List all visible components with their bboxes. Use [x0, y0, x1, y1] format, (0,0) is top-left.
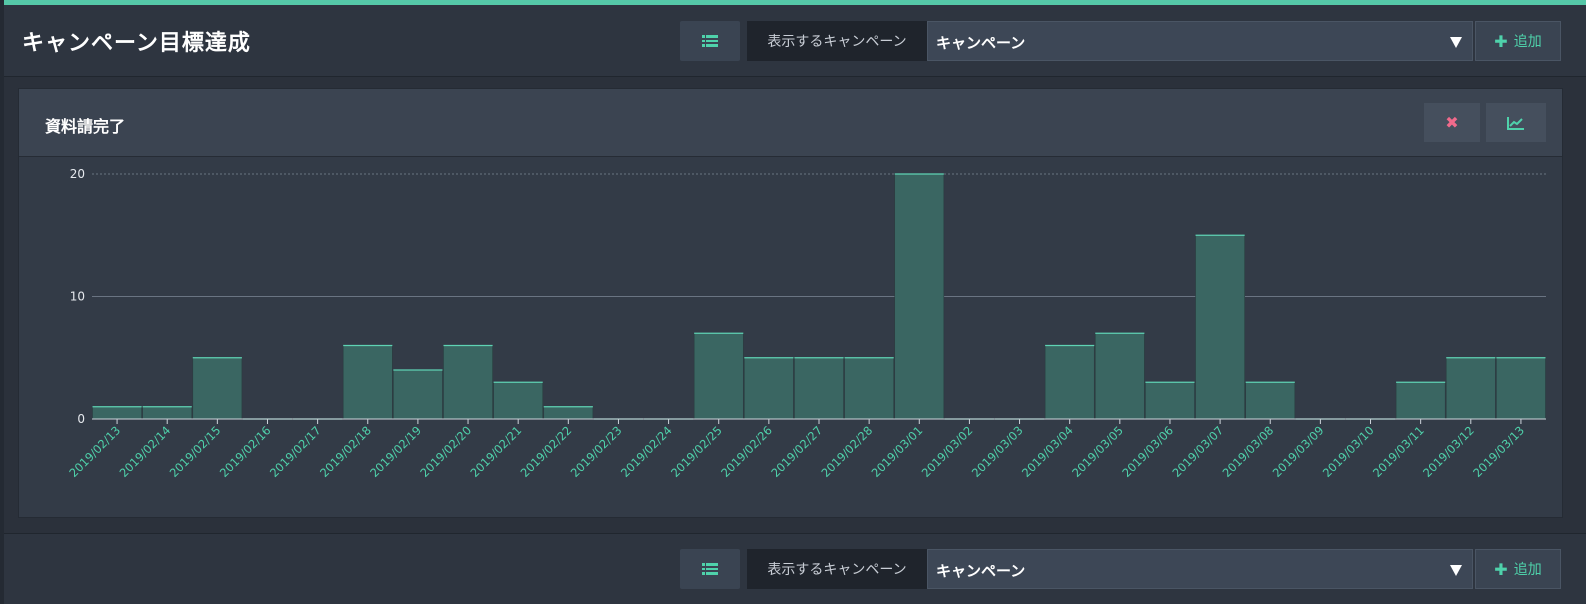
list-icon	[702, 563, 718, 575]
x-tick-label: 2019/02/23	[568, 423, 625, 480]
x-tick-label: 2019/02/17	[267, 423, 324, 480]
x-tick-label: 2019/03/09	[1270, 423, 1327, 480]
plus-icon: ✚	[1494, 31, 1508, 51]
x-tick-label: 2019/02/26	[718, 423, 775, 480]
campaign-select-2[interactable]: キャンペーン	[927, 549, 1473, 589]
add-button-label-2: 追加	[1513, 562, 1542, 578]
x-tick-label: 2019/03/05	[1069, 423, 1126, 480]
x-tick-label: 2019/03/12	[1420, 423, 1477, 480]
page-header: キャンペーン目標達成 表示するキャンペーン キャンペーン ✚ 追加	[4, 5, 1586, 77]
x-tick-label: 2019/03/07	[1169, 423, 1226, 480]
bar	[342, 345, 393, 420]
bar-chart: 010202019/02/132019/02/142019/02/152019/…	[66, 167, 1546, 480]
campaign-select-value-2: キャンペーン	[936, 562, 1026, 580]
campaign-toolbar-2: 表示するキャンペーン キャンペーン ✚ 追加	[680, 549, 1562, 589]
x-tick-label: 2019/03/01	[869, 423, 926, 480]
x-tick-label: 2019/03/08	[1220, 423, 1277, 480]
x-tick-label: 2019/02/19	[367, 423, 424, 480]
x-tick-label: 2019/02/21	[468, 423, 525, 480]
bar	[543, 406, 594, 420]
plus-icon: ✚	[1494, 559, 1508, 579]
list-view-button[interactable]	[680, 21, 740, 61]
bar	[1195, 234, 1245, 420]
x-tick-label: 2019/02/14	[117, 423, 174, 480]
campaign-toolbar: 表示するキャンペーン キャンペーン ✚ 追加	[680, 21, 1562, 61]
x-tick-label: 2019/02/24	[618, 423, 675, 480]
bar	[1245, 381, 1296, 420]
add-button-label: 追加	[1513, 34, 1542, 50]
bar	[1395, 381, 1446, 420]
bar	[1145, 381, 1195, 420]
list-view-button-2[interactable]	[680, 549, 740, 589]
y-tick-label: 0	[77, 412, 85, 426]
x-tick-label: 2019/02/28	[818, 423, 875, 480]
bar	[1094, 332, 1145, 420]
x-tick-label: 2019/03/06	[1119, 423, 1176, 480]
x-tick-label: 2019/02/25	[668, 423, 725, 480]
chart-panel-header: 資料請完了 ✖	[19, 89, 1562, 157]
caret-down-icon	[1450, 565, 1462, 576]
list-icon	[702, 35, 718, 47]
x-tick-label: 2019/03/11	[1370, 423, 1427, 480]
bar	[1496, 357, 1546, 420]
x-tick-label: 2019/02/13	[66, 423, 123, 480]
x-tick-label: 2019/02/18	[317, 423, 374, 480]
x-tick-label: 2019/03/13	[1470, 423, 1527, 480]
left-edge	[0, 0, 4, 604]
campaign-select-label-2: 表示するキャンペーン	[747, 549, 927, 589]
chart-panel-title: 資料請完了	[45, 117, 126, 136]
chart-type-button[interactable]	[1486, 103, 1546, 142]
x-tick-label: 2019/02/16	[217, 423, 274, 480]
bar	[393, 369, 443, 420]
add-button-2[interactable]: ✚ 追加	[1475, 549, 1561, 589]
bar	[192, 357, 243, 420]
bar	[894, 173, 945, 420]
campaign-select-label: 表示するキャンペーン	[747, 21, 927, 61]
bar	[443, 345, 493, 420]
x-tick-label: 2019/02/27	[768, 423, 825, 480]
remove-chart-button[interactable]: ✖	[1424, 103, 1480, 142]
bar	[693, 332, 744, 420]
caret-down-icon	[1450, 37, 1462, 48]
x-tick-label: 2019/02/22	[518, 423, 575, 480]
y-tick-label: 10	[70, 290, 85, 304]
x-tick-label: 2019/02/20	[417, 423, 474, 480]
x-tick-label: 2019/03/04	[1019, 423, 1076, 480]
bar	[743, 357, 794, 420]
bar	[142, 406, 193, 420]
campaign-select[interactable]: キャンペーン	[927, 21, 1473, 61]
bar	[1445, 357, 1496, 420]
second-section-header: 表示するキャンペーン キャンペーン ✚ 追加	[4, 533, 1586, 604]
bar	[844, 357, 895, 420]
x-tick-label: 2019/03/03	[969, 423, 1026, 480]
x-tick-label: 2019/02/15	[167, 423, 224, 480]
bar	[92, 406, 142, 420]
chart-panel: 資料請完了 ✖ 0 10 20 2019/02/13 2019/02/14 2019/02…	[18, 88, 1563, 518]
page-title: キャンペーン目標達成	[22, 31, 251, 56]
y-tick-label: 20	[70, 167, 85, 181]
x-tick-label: 2019/03/02	[919, 423, 976, 480]
bar	[794, 357, 844, 420]
bar	[493, 381, 544, 420]
line-chart-icon	[1507, 116, 1524, 130]
add-button[interactable]: ✚ 追加	[1475, 21, 1561, 61]
close-icon: ✖	[1445, 113, 1459, 132]
x-tick-label: 2019/03/10	[1320, 423, 1377, 480]
bar	[1044, 345, 1095, 420]
campaign-select-value: キャンペーン	[936, 34, 1026, 52]
